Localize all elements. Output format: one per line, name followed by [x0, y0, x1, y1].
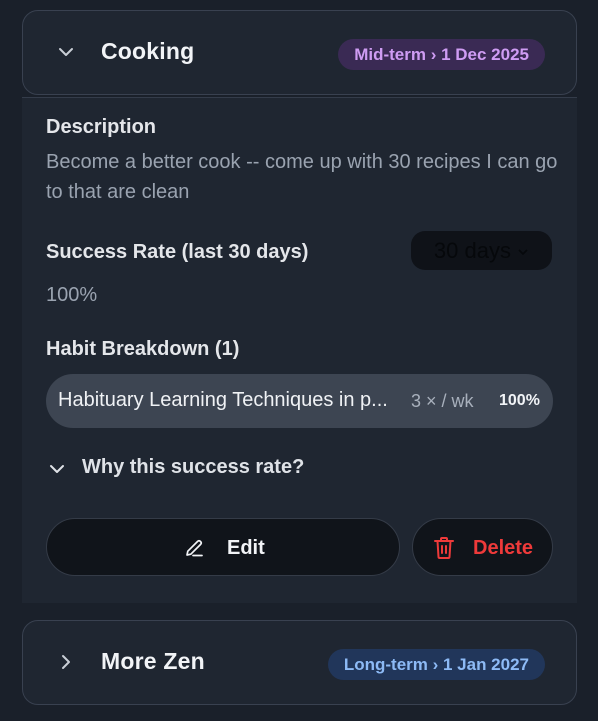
chevron-down-icon — [518, 249, 528, 256]
edit-button-label: Edit — [227, 537, 265, 559]
success-rate-value: 100% — [46, 284, 98, 306]
goal-title: Cooking — [101, 38, 195, 64]
description-text: Become a better cook -- come up with 30 … — [46, 151, 558, 203]
edit-button[interactable]: Edit — [46, 518, 400, 576]
range-select-value: 30 days — [433, 238, 511, 263]
goal-card-header-more-zen[interactable]: More Zen Long-term › 1 Jan 2027 — [22, 620, 577, 705]
habit-rate: 100% — [499, 392, 540, 409]
goal-title: More Zen — [101, 648, 205, 674]
success-rate-label: Success Rate (last 30 days) — [46, 241, 309, 263]
goal-term-badge: Long-term › 1 Jan 2027 — [327, 649, 545, 680]
pencil-icon — [186, 539, 203, 557]
habit-row[interactable]: Habituary Learning Techniques in p... 3 … — [46, 374, 553, 428]
habit-name: Habituary Learning Techniques in p... — [58, 389, 388, 411]
description-label: Description — [46, 116, 157, 138]
chevron-right-icon — [62, 655, 70, 669]
trash-icon — [434, 537, 454, 559]
goal-details-panel: Description Become a better cook -- come… — [22, 97, 577, 603]
habit-frequency: 3 × / wk — [411, 391, 474, 411]
why-success-rate-label: Why this success rate? — [82, 456, 305, 478]
range-select[interactable]: 30 days — [411, 231, 552, 270]
delete-button-label: Delete — [473, 537, 534, 559]
habit-breakdown-label: Habit Breakdown (1) — [46, 338, 240, 360]
goal-term-badge: Mid-term › 1 Dec 2025 — [338, 39, 545, 70]
delete-button[interactable]: Delete — [412, 518, 553, 576]
goal-card-header-cooking[interactable]: Cooking Mid-term › 1 Dec 2025 — [22, 10, 577, 95]
chevron-down-icon — [50, 465, 64, 473]
chevron-down-icon — [59, 48, 73, 56]
